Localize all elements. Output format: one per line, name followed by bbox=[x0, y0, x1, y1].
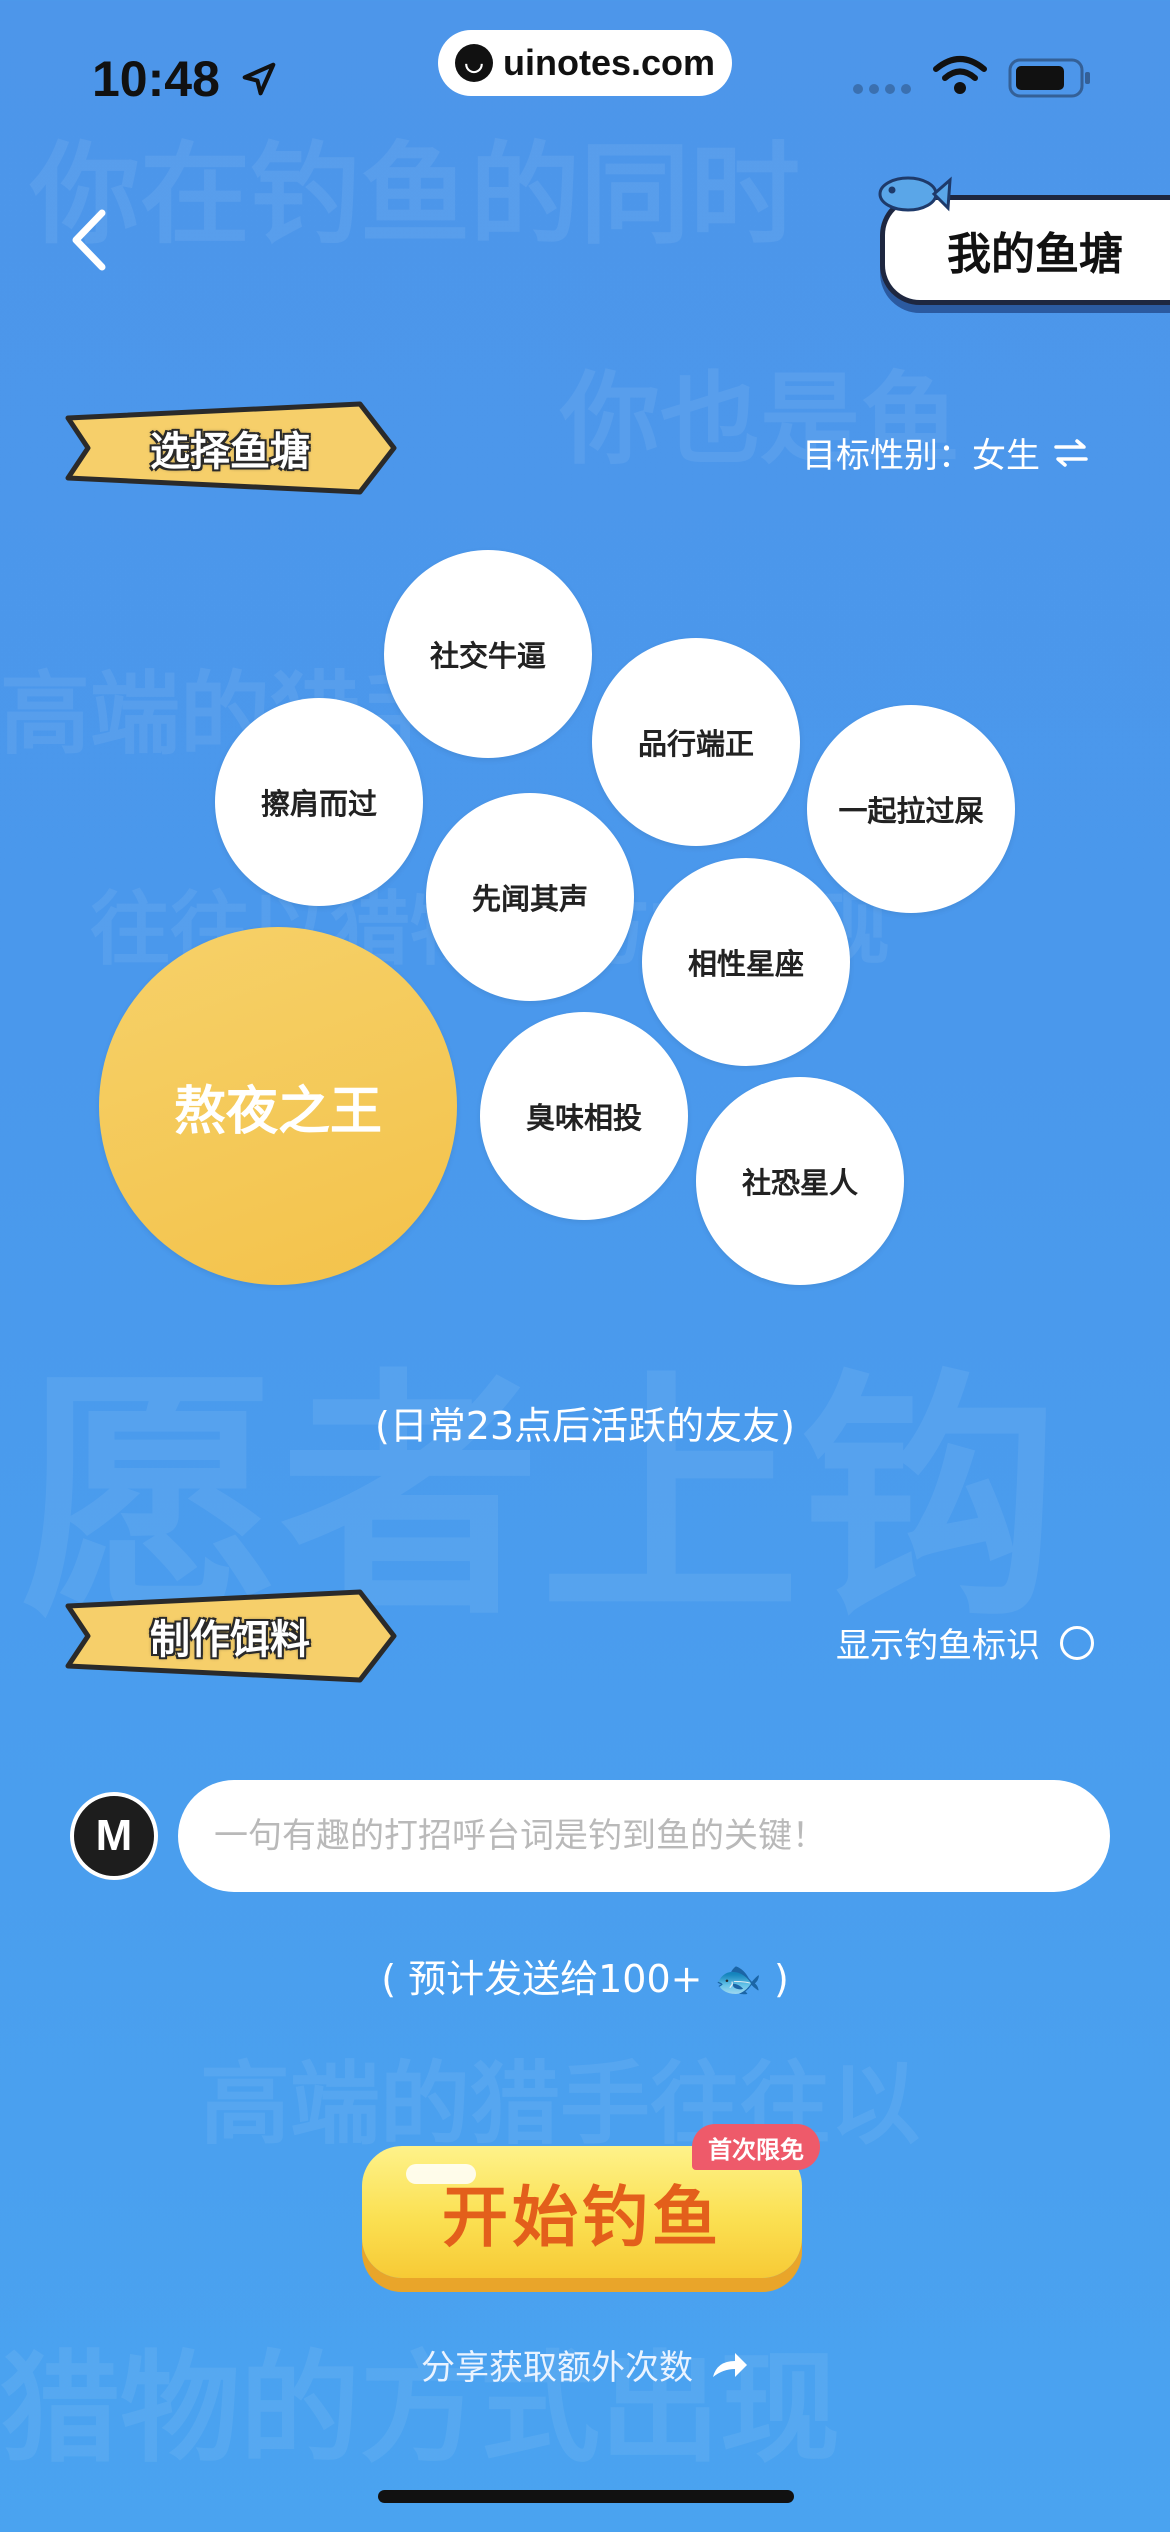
status-time-text: 10:48 bbox=[92, 51, 220, 107]
pond-bubble-social-pro[interactable]: 社交牛逼 bbox=[384, 550, 592, 758]
show-fishing-mark-label: 显示钓鱼标识 bbox=[836, 1626, 1040, 1666]
pond-bubble-brush-shoulders[interactable]: 擦肩而过 bbox=[215, 698, 423, 906]
pond-bubble-zodiac-match[interactable]: 相性星座 bbox=[642, 858, 850, 1066]
pond-bubble-label: 先闻其声 bbox=[471, 882, 588, 916]
pond-bubble-like-minded[interactable]: 臭味相投 bbox=[480, 1012, 688, 1220]
home-indicator bbox=[378, 2490, 794, 2503]
make-bait-title: 制作饵料 bbox=[150, 1617, 310, 1663]
radio-circle-icon[interactable] bbox=[1060, 1625, 1094, 1660]
show-fishing-mark-toggle[interactable]: 显示钓鱼标识 bbox=[836, 1618, 1094, 1667]
share-label: 分享获取额外次数 bbox=[421, 2348, 693, 2388]
url-text: uinotes.com bbox=[502, 42, 716, 83]
watermark-line-1: 你在钓鱼的同时 bbox=[30, 131, 800, 259]
fish-icon bbox=[878, 176, 952, 212]
greeting-input[interactable] bbox=[178, 1780, 1110, 1892]
start-fishing-label: 开始钓鱼 bbox=[442, 2179, 722, 2256]
back-chevron-icon[interactable] bbox=[62, 205, 122, 275]
status-time: 10:48 bbox=[92, 50, 278, 108]
select-pond-ribbon: 选择鱼塘 bbox=[60, 398, 400, 498]
pond-bubble-label: 臭味相投 bbox=[525, 1101, 642, 1135]
cellular-dots-icon bbox=[853, 84, 911, 94]
pond-bubble-night-owl-selected[interactable]: 熬夜之王 bbox=[99, 927, 457, 1285]
battery-icon bbox=[1008, 58, 1090, 98]
pond-bubble-label: 社交牛逼 bbox=[429, 639, 546, 673]
pond-bubble-pooped-together[interactable]: 一起拉过屎 bbox=[807, 705, 1015, 913]
pond-bubble-label: 社恐星人 bbox=[741, 1166, 858, 1200]
pond-bubble-label: 一起拉过屎 bbox=[838, 794, 984, 828]
make-bait-ribbon: 制作饵料 bbox=[60, 1586, 400, 1686]
pond-bubble-label: 擦肩而过 bbox=[260, 787, 377, 821]
pond-bubble-heard-first[interactable]: 先闻其声 bbox=[426, 793, 634, 1001]
selected-pond-note: (日常23点后活跃的友友) bbox=[374, 1404, 795, 1448]
avatar[interactable]: M bbox=[70, 1792, 158, 1880]
url-pill[interactable]: ◡ uinotes.com bbox=[438, 30, 732, 96]
free-first-time-badge: 首次限免 bbox=[692, 2124, 820, 2170]
pond-bubble-label: 相性星座 bbox=[687, 947, 804, 981]
share-arrow-icon bbox=[713, 2352, 747, 2377]
swap-arrows-icon bbox=[1054, 438, 1088, 467]
location-arrow-icon bbox=[242, 62, 276, 96]
pond-bubble-good-character[interactable]: 品行端正 bbox=[592, 638, 800, 846]
pond-bubble-label: 品行端正 bbox=[637, 727, 754, 761]
uinotes-logo-icon: ◡ bbox=[454, 44, 493, 82]
share-for-extra-link[interactable]: 分享获取额外次数 bbox=[0, 2340, 1170, 2389]
send-estimate-note: ( 预计发送给100+ 🐟 ) bbox=[381, 1957, 789, 2001]
wifi-icon bbox=[933, 56, 987, 94]
button-gloss bbox=[406, 2164, 476, 2184]
my-pond-label: 我的鱼塘 bbox=[947, 229, 1123, 280]
pond-bubble-social-anxiety[interactable]: 社恐星人 bbox=[696, 1077, 904, 1285]
pond-bubble-label: 熬夜之王 bbox=[173, 1081, 382, 1142]
select-pond-title: 选择鱼塘 bbox=[150, 429, 310, 475]
target-gender-toggle[interactable]: 目标性别：女生 bbox=[802, 428, 1088, 477]
target-gender-label: 目标性别：女生 bbox=[802, 436, 1040, 476]
